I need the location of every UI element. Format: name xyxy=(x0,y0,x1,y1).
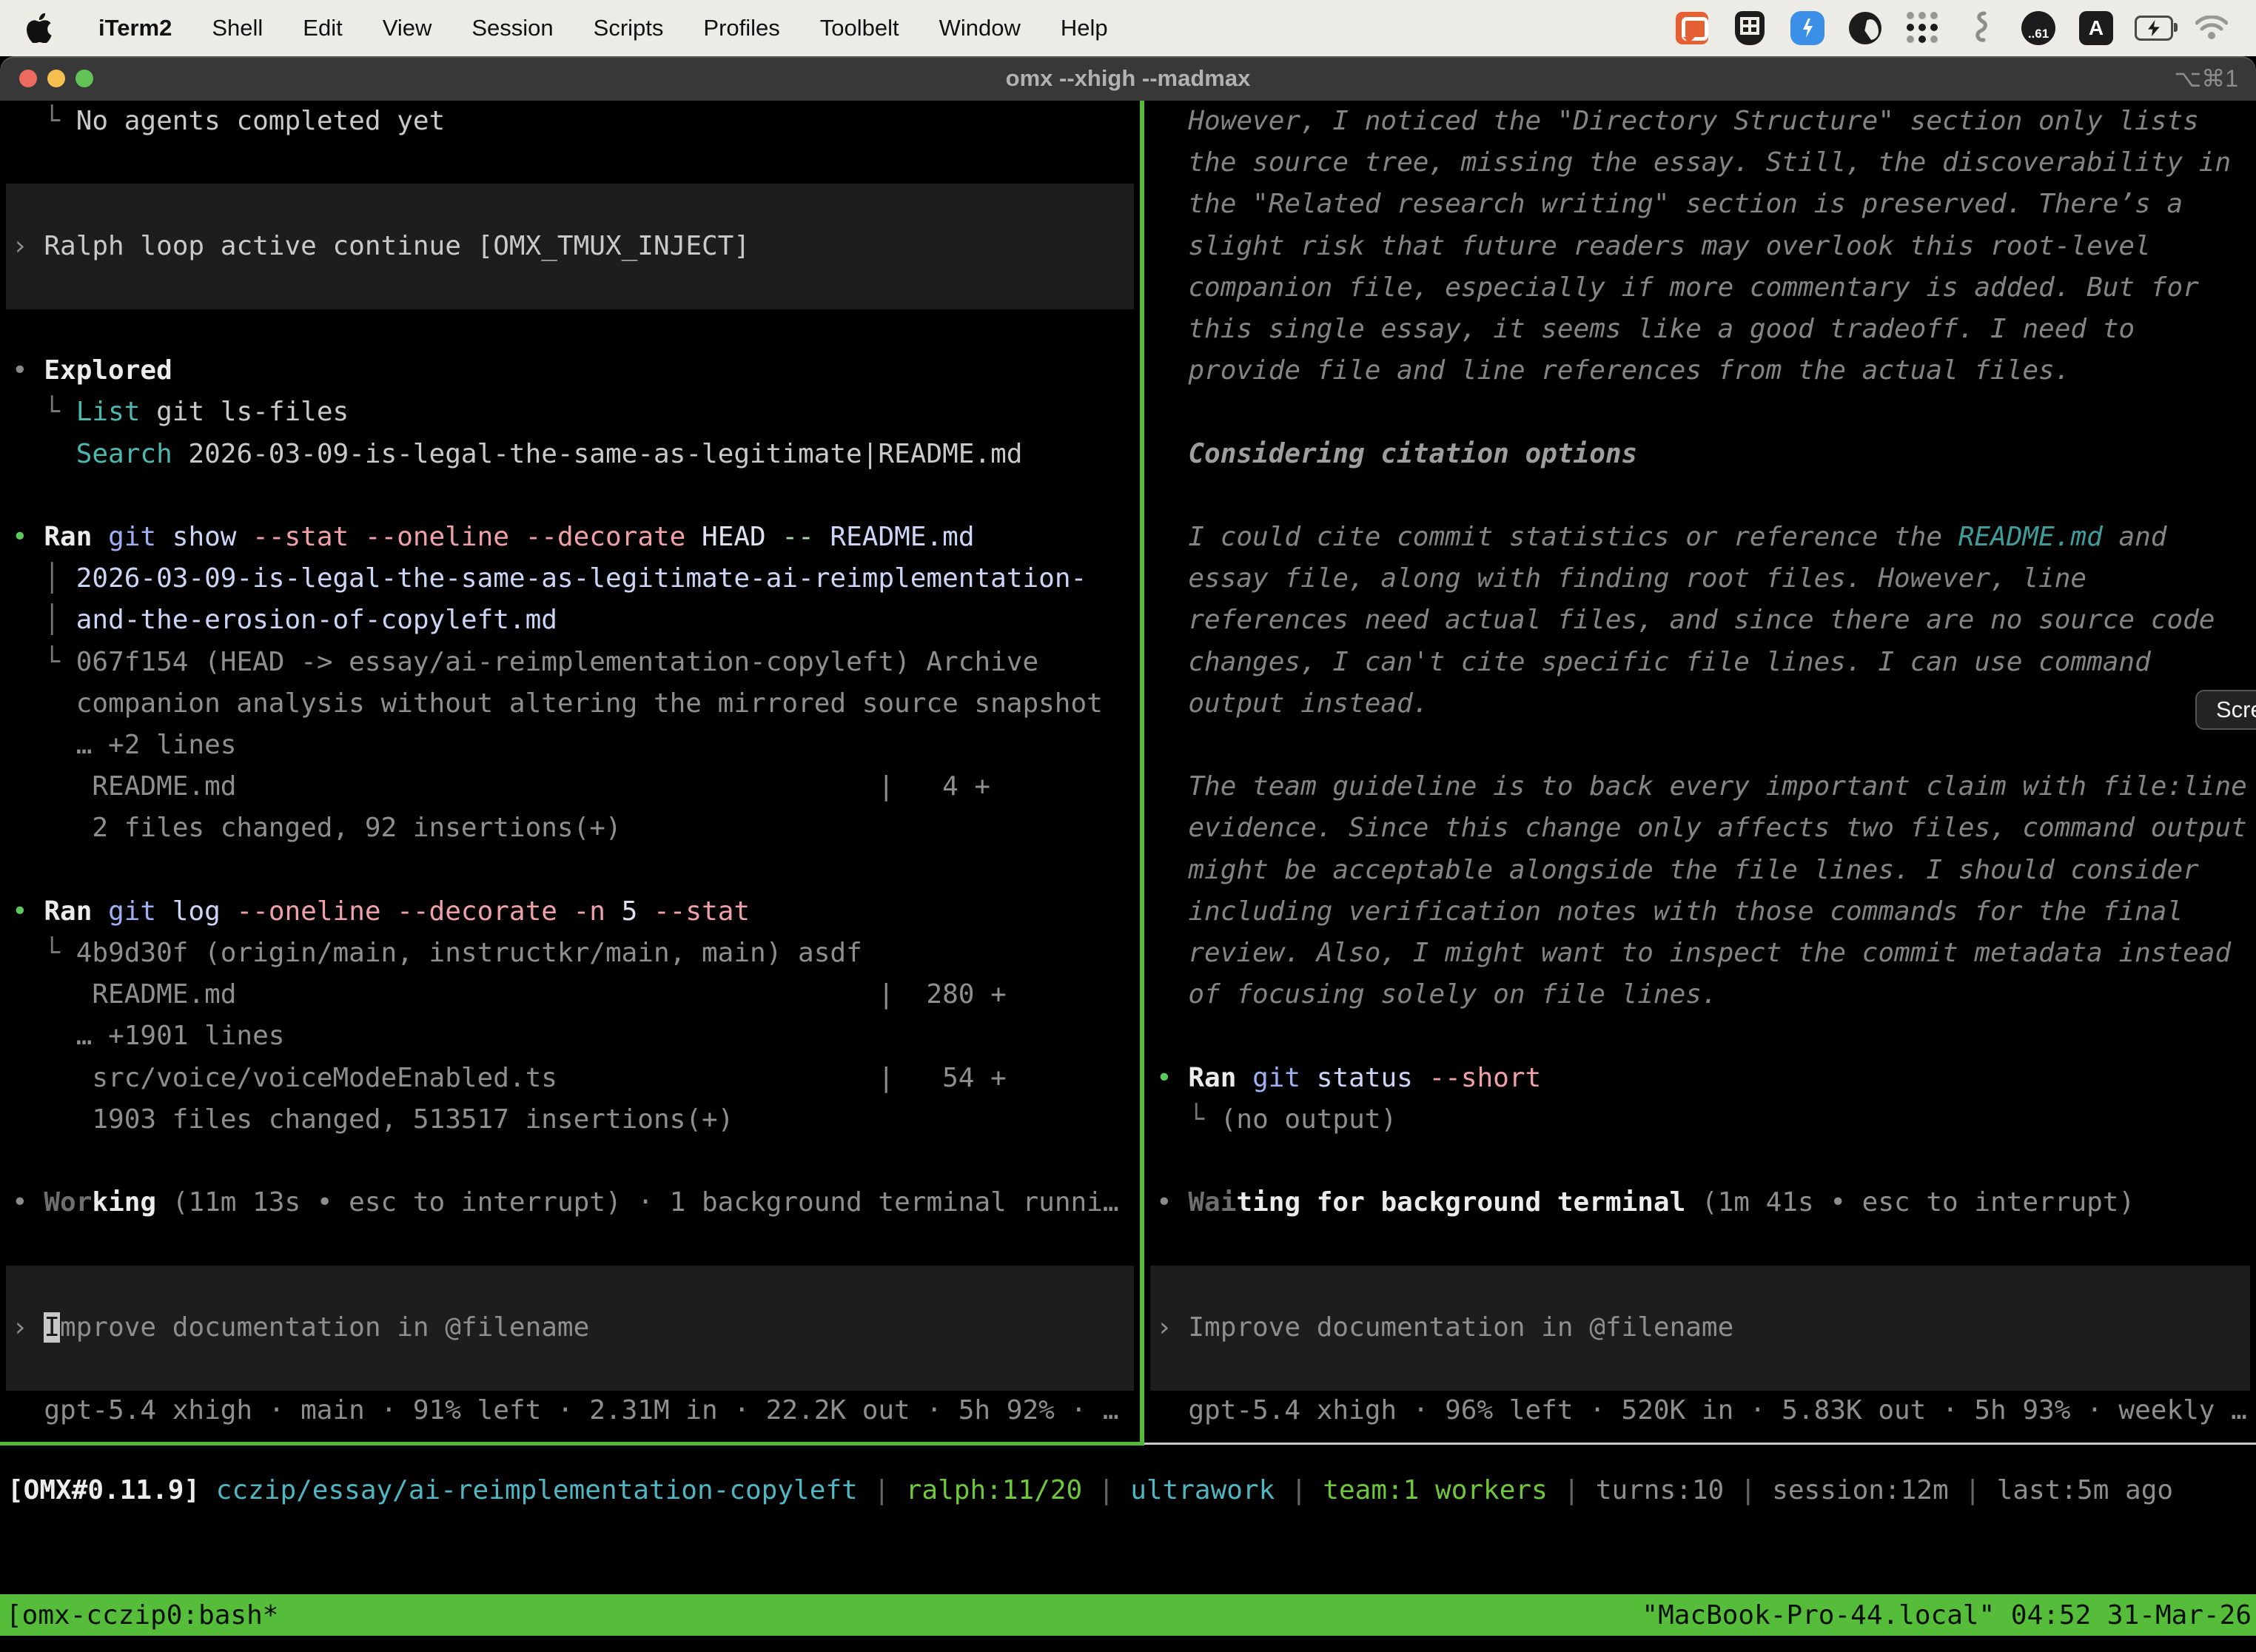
verified-badge-icon[interactable] xyxy=(1788,9,1827,47)
thinking-text: of focusing solely on file lines. xyxy=(1156,974,1718,1016)
right-terminal-pane[interactable]: However, I noticed the "Directory Struct… xyxy=(1144,101,2256,1442)
commit-line: companion analysis without altering the … xyxy=(12,683,1103,725)
thinking-text: including verification notes with those … xyxy=(1156,891,2183,933)
explored-header: • Explored xyxy=(12,350,172,392)
prompt-input-line: › Improve documentation in @filename xyxy=(1156,1307,1733,1349)
commit-line: └ 4b9d30f (origin/main, instructkr/main,… xyxy=(12,933,862,975)
dots-grid-icon[interactable] xyxy=(1904,9,1942,47)
model-status-line: gpt-5.4 xhigh · 96% left · 520K in · 5.8… xyxy=(1156,1390,2247,1432)
waiting-status-line: • Waiting for background terminal (1m 41… xyxy=(1156,1182,2135,1224)
wrapped-filename-line: │ 2026-03-09-is-legal-the-same-as-legiti… xyxy=(12,558,1087,600)
elided-lines: … +1901 lines xyxy=(12,1015,284,1058)
assistant-a-icon[interactable]: A xyxy=(2077,9,2115,47)
inactive-pane-border xyxy=(1144,1443,2256,1445)
pane-divider[interactable] xyxy=(1140,101,1144,1443)
diffstat-line: src/voice/voiceModeEnabled.ts | 54 + xyxy=(12,1058,1007,1100)
prompt-input-line: › Improve documentation in @filename xyxy=(12,1307,589,1349)
pie-chart-icon[interactable] xyxy=(1846,9,1884,47)
diffstat-summary: 2 files changed, 92 insertions(+) xyxy=(12,807,622,850)
wifi-icon[interactable] xyxy=(2192,9,2231,47)
thinking-text: companion file, especially if more comme… xyxy=(1156,267,2199,309)
diffstat-line: README.md | 4 + xyxy=(12,766,990,808)
battery-icon[interactable] xyxy=(2135,9,2173,47)
window-shortcut: ⌥⌘1 xyxy=(2174,56,2238,101)
screen-overlay-label: Scre xyxy=(2216,696,2256,723)
thinking-text: changes, I can't cite specific file line… xyxy=(1156,642,2151,684)
thinking-text: output instead. xyxy=(1156,683,1429,725)
menu-item-session[interactable]: Session xyxy=(451,15,573,41)
menu-item-edit[interactable]: Edit xyxy=(283,15,362,41)
apple-icon[interactable] xyxy=(27,12,56,44)
menu-bar: iTerm2 Shell Edit View Session Scripts P… xyxy=(0,0,2256,56)
window-title: omx --xhigh --madmax xyxy=(0,56,2256,101)
tmux-session-label[interactable]: [omx-cczip0:bash* xyxy=(0,1600,278,1631)
diffstat-line: README.md | 280 + xyxy=(12,974,1007,1016)
left-terminal-pane[interactable]: └ No agents completed yet › Ralph loop ac… xyxy=(0,101,1140,1442)
thinking-text: the source tree, missing the essay. Stil… xyxy=(1156,142,2231,184)
ralph-loop-line: › Ralph loop active continue [OMX_TMUX_I… xyxy=(12,226,750,268)
terminal-area: └ No agents completed yet › Ralph loop ac… xyxy=(0,101,2256,1652)
percent-badge-icon[interactable]: ..61 xyxy=(2019,9,2058,47)
tmux-host-clock: "MacBook-Pro-44.local" 04:52 31-Mar-26 xyxy=(1642,1600,2256,1631)
ran-git-log-line: • Ran git log --oneline --decorate -n 5 … xyxy=(12,891,750,933)
menu-status-icons: ..61 A xyxy=(1673,9,2256,47)
working-status-line: • Working (11m 13s • esc to interrupt) ·… xyxy=(12,1182,1119,1224)
model-status-line: gpt-5.4 xhigh · main · 91% left · 2.31M … xyxy=(12,1390,1119,1432)
thinking-text: this single essay, it seems like a good … xyxy=(1156,309,2135,351)
thinking-text: provide file and line references from th… xyxy=(1156,350,2070,392)
explored-list-line: └ List git ls-files xyxy=(12,392,349,434)
thinking-text: references need actual files, and since … xyxy=(1156,600,2215,642)
commit-line: └ 067f154 (HEAD -> essay/ai-reimplementa… xyxy=(12,642,1038,684)
ran-git-status-line: • Ran git status --short xyxy=(1156,1058,1541,1100)
command-output-line: └ (no output) xyxy=(1156,1099,1397,1141)
menu-item-help[interactable]: Help xyxy=(1041,15,1128,41)
menu-item-view[interactable]: View xyxy=(363,15,452,41)
menu-item-window[interactable]: Window xyxy=(919,15,1041,41)
shield-grid-icon[interactable] xyxy=(1730,9,1769,47)
thinking-text: the "Related research writing" section i… xyxy=(1156,184,2183,226)
thinking-text: However, I noticed the "Directory Struct… xyxy=(1156,101,2199,143)
thinking-text: The team guideline is to back every impo… xyxy=(1156,766,2247,808)
menu-item-toolbelt[interactable]: Toolbelt xyxy=(800,15,919,41)
thinking-text: evidence. Since this change only affects… xyxy=(1156,807,2247,850)
elided-lines: … +2 lines xyxy=(12,725,236,767)
thinking-text: review. Also, I might want to inspect th… xyxy=(1156,933,2231,975)
chat-badge-icon[interactable] xyxy=(1673,9,1711,47)
ran-git-show-line: • Ran git show --stat --oneline --decora… xyxy=(12,517,975,559)
thinking-text: slight risk that future readers may over… xyxy=(1156,226,2151,268)
omx-status-line: [OMX#0.11.9] cczip/essay/ai-reimplementa… xyxy=(7,1470,2173,1512)
thinking-text: might be acceptable alongside the file l… xyxy=(1156,850,2199,892)
tmux-status-bar: [omx-cczip0:bash* "MacBook-Pro-44.local"… xyxy=(0,1594,2256,1636)
menu-items: iTerm2 Shell Edit View Session Scripts P… xyxy=(0,12,1128,44)
thinking-text: essay file, along with finding root file… xyxy=(1156,558,2087,600)
window-title-bar: omx --xhigh --madmax ⌥⌘1 xyxy=(0,56,2256,101)
active-pane-border xyxy=(0,1442,1144,1446)
menu-item-scripts[interactable]: Scripts xyxy=(574,15,684,41)
screen-overlay-chip[interactable]: Scre xyxy=(2195,690,2256,730)
agents-status-line: └ No agents completed yet xyxy=(12,101,445,143)
wrapped-filename-line: │ and-the-erosion-of-copyleft.md xyxy=(12,600,557,642)
menu-item-shell[interactable]: Shell xyxy=(192,15,283,41)
thinking-heading: Considering citation options xyxy=(1156,434,1637,476)
explored-search-line: Search 2026-03-09-is-legal-the-same-as-l… xyxy=(12,434,1022,476)
thinking-text: I could cite commit statistics or refere… xyxy=(1156,517,2166,559)
menu-item-iterm2[interactable]: iTerm2 xyxy=(78,15,192,41)
squiggle-icon[interactable] xyxy=(1961,9,2000,47)
diffstat-summary: 1903 files changed, 513517 insertions(+) xyxy=(12,1099,733,1141)
menu-item-profiles[interactable]: Profiles xyxy=(683,15,799,41)
